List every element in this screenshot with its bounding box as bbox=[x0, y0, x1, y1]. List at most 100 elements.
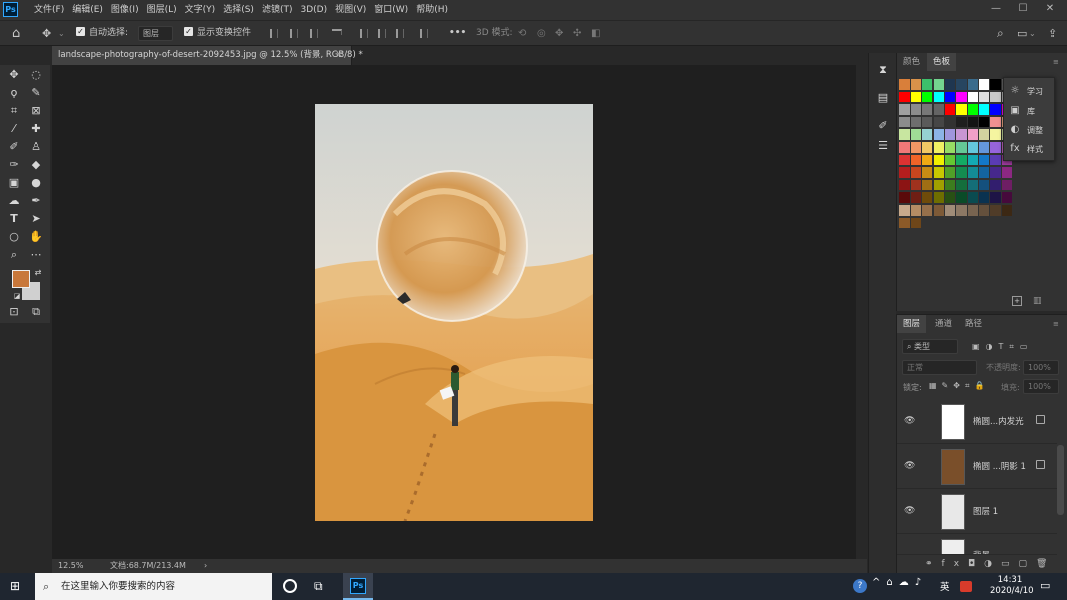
properties-panel-icon[interactable]: ▤ bbox=[875, 91, 891, 105]
color-swatch[interactable] bbox=[944, 179, 956, 191]
color-swatch[interactable] bbox=[979, 116, 990, 128]
color-swatch[interactable] bbox=[922, 141, 933, 153]
zoom-level[interactable]: 12.5% bbox=[58, 559, 83, 573]
menu-layer[interactable]: 图层(L) bbox=[143, 0, 181, 20]
marquee-tool-icon[interactable]: ◌ bbox=[28, 68, 44, 82]
close-button[interactable]: ✕ bbox=[1039, 0, 1061, 18]
color-swatch[interactable] bbox=[944, 167, 956, 178]
styles-item[interactable]: fx 样式 bbox=[1004, 140, 1056, 159]
color-swatch[interactable] bbox=[899, 167, 910, 178]
color-swatch[interactable] bbox=[910, 79, 922, 90]
color-swatch[interactable] bbox=[979, 79, 990, 90]
document-image[interactable] bbox=[315, 104, 593, 521]
color-swatch[interactable] bbox=[910, 129, 922, 140]
layer-row[interactable]: 👁 椭圆...内发光 bbox=[897, 400, 1057, 444]
color-swatch[interactable] bbox=[944, 154, 956, 166]
more-tools-icon[interactable]: ⋯ bbox=[28, 248, 44, 262]
color-swatch[interactable] bbox=[967, 192, 978, 203]
3d-scale-icon[interactable]: ◧ bbox=[591, 21, 600, 46]
close-tab-icon[interactable]: × bbox=[335, 46, 343, 65]
menu-filter[interactable]: 滤镜(T) bbox=[258, 0, 297, 20]
learn-item[interactable]: ☼ 学习 bbox=[1004, 82, 1056, 101]
doc-info[interactable]: 文档:68.7M/213.4M bbox=[110, 559, 186, 573]
color-swatch[interactable] bbox=[899, 79, 910, 90]
color-swatch[interactable] bbox=[979, 167, 990, 178]
windows-start-icon[interactable]: ⊞ bbox=[10, 580, 23, 593]
color-swatch[interactable] bbox=[944, 192, 956, 203]
share-icon[interactable]: ⇪ bbox=[1048, 21, 1057, 46]
canvas-area[interactable] bbox=[52, 65, 856, 559]
color-swatch[interactable] bbox=[910, 217, 922, 229]
status-arrow-icon[interactable]: › bbox=[204, 559, 207, 573]
taskbar-clock[interactable]: 14:31 2020/4/10 bbox=[990, 575, 1034, 597]
color-swatch[interactable] bbox=[956, 104, 967, 115]
color-swatch[interactable] bbox=[922, 79, 933, 90]
3d-slide-icon[interactable]: ✣ bbox=[573, 21, 581, 46]
color-swatch[interactable] bbox=[899, 129, 910, 140]
default-colors-icon[interactable]: ◪ bbox=[9, 289, 25, 303]
menu-window[interactable]: 窗口(W) bbox=[370, 0, 412, 20]
color-swatch[interactable] bbox=[990, 154, 1001, 166]
color-swatch[interactable] bbox=[967, 79, 978, 90]
color-swatch[interactable] bbox=[979, 129, 990, 140]
color-swatch[interactable] bbox=[933, 91, 944, 103]
layer-row[interactable]: 👁 椭圆 ...阴影 1 bbox=[897, 445, 1057, 489]
tab-swatches[interactable]: 色板 bbox=[927, 53, 957, 71]
color-swatch[interactable] bbox=[944, 129, 956, 140]
eyedropper-tool-icon[interactable]: ⁄ bbox=[6, 122, 22, 136]
color-swatch[interactable] bbox=[910, 179, 922, 191]
3d-roll-icon[interactable]: ◎ bbox=[537, 21, 546, 46]
color-swatch[interactable] bbox=[956, 167, 967, 178]
screen-mode-icon[interactable]: ⧉ bbox=[28, 305, 44, 319]
color-swatch[interactable] bbox=[979, 154, 990, 166]
opacity-input[interactable]: 100% bbox=[1023, 360, 1059, 375]
color-swatch[interactable] bbox=[1001, 192, 1013, 203]
color-swatch[interactable] bbox=[944, 91, 956, 103]
align-top-icon[interactable] bbox=[332, 29, 342, 35]
color-swatch[interactable] bbox=[933, 167, 944, 178]
color-swatch[interactable] bbox=[933, 154, 944, 166]
3d-rotate-icon[interactable]: ⟲ bbox=[518, 21, 526, 46]
layer-name[interactable]: 背景 bbox=[973, 549, 990, 554]
menu-type[interactable]: 文字(Y) bbox=[181, 0, 220, 20]
dodge-tool-icon[interactable]: ● bbox=[28, 176, 44, 190]
color-swatch[interactable] bbox=[967, 116, 978, 128]
color-swatch[interactable] bbox=[967, 167, 978, 178]
color-swatch[interactable] bbox=[1001, 167, 1013, 178]
tab-layers[interactable]: 图层 bbox=[897, 315, 927, 333]
workspace-icon[interactable]: ▭ bbox=[1017, 21, 1027, 46]
color-swatch[interactable] bbox=[910, 204, 922, 216]
menu-edit[interactable]: 编辑(E) bbox=[68, 0, 107, 20]
move-tool-icon[interactable]: ✥ bbox=[42, 21, 51, 46]
menu-3d[interactable]: 3D(D) bbox=[296, 0, 331, 20]
tray-icons[interactable]: ^⌂☁♪ bbox=[872, 577, 927, 588]
eraser-tool-icon[interactable]: ◆ bbox=[28, 158, 44, 172]
color-swatch[interactable] bbox=[979, 204, 990, 216]
color-swatch[interactable] bbox=[990, 116, 1001, 128]
color-swatch[interactable] bbox=[933, 192, 944, 203]
color-swatch[interactable] bbox=[990, 141, 1001, 153]
foreground-color-swatch[interactable] bbox=[12, 270, 30, 288]
color-swatch[interactable] bbox=[922, 154, 933, 166]
distribute-spacing-icon[interactable] bbox=[420, 29, 428, 38]
frame-tool-icon[interactable]: ⊠ bbox=[28, 104, 44, 118]
color-swatch[interactable] bbox=[990, 91, 1001, 103]
color-swatch[interactable] bbox=[933, 79, 944, 90]
color-swatch[interactable] bbox=[1001, 204, 1013, 216]
color-swatch[interactable] bbox=[944, 116, 956, 128]
color-swatch[interactable] bbox=[899, 91, 910, 103]
color-swatch[interactable] bbox=[990, 179, 1001, 191]
color-swatch[interactable] bbox=[967, 154, 978, 166]
chevron-down-icon[interactable]: ⌄ bbox=[58, 21, 65, 46]
stamp-tool-icon[interactable]: ♙ bbox=[28, 140, 44, 154]
taskbar-photoshop[interactable]: Ps bbox=[343, 573, 373, 600]
color-swatch[interactable] bbox=[990, 204, 1001, 216]
distribute-vcenter-icon[interactable] bbox=[378, 29, 386, 38]
crop-tool-icon[interactable]: ⌗ bbox=[6, 104, 22, 118]
visibility-eye-icon[interactable]: 👁 bbox=[904, 461, 916, 471]
hand-tool-icon[interactable]: ✋ bbox=[28, 230, 44, 244]
color-swatch[interactable] bbox=[979, 91, 990, 103]
fill-input[interactable]: 100% bbox=[1023, 379, 1059, 394]
color-swatch[interactable] bbox=[956, 79, 967, 90]
gradient-tool-icon[interactable]: ▣ bbox=[6, 176, 22, 190]
